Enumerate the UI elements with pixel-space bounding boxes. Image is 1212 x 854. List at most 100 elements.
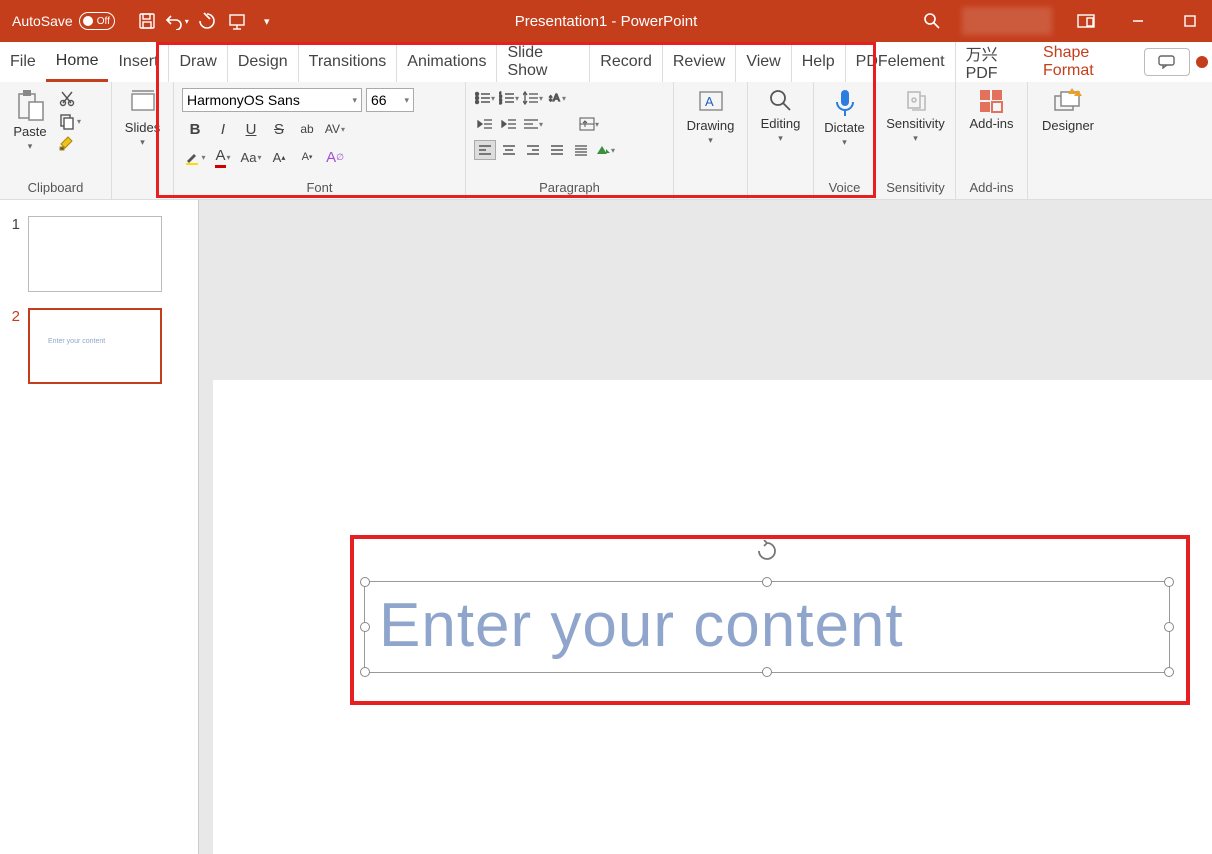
thumbnail-1[interactable]: 1 [0, 212, 198, 304]
text-direction-button[interactable]: ↕A▾ [546, 88, 568, 108]
drawing-button[interactable]: A Drawing ▾ [682, 88, 739, 197]
dictate-button[interactable]: Dictate ▾ [822, 88, 867, 180]
underline-button[interactable]: U [238, 118, 264, 140]
user-account[interactable] [962, 7, 1052, 35]
group-clipboard: Paste ▾ ▾ Clipboard [0, 82, 112, 199]
highlight-button[interactable] [182, 146, 208, 168]
toggle-switch[interactable]: Off [79, 12, 115, 30]
bold-button[interactable]: B [182, 118, 208, 140]
increase-font-button[interactable]: A▴ [266, 146, 292, 168]
autosave-toggle[interactable]: AutoSave Off [0, 12, 127, 30]
cut-button[interactable] [58, 90, 81, 108]
thumbnail-preview[interactable]: Enter your content [28, 308, 162, 384]
quick-access-toolbar: ▾ ▾ [127, 7, 281, 35]
tab-pdfelement[interactable]: PDFelement [846, 42, 956, 82]
tab-insert[interactable]: Insert [108, 42, 169, 82]
document-title: Presentation1 - PowerPoint [515, 13, 698, 30]
slides-button[interactable]: Slides ▾ [120, 88, 165, 197]
redo-icon[interactable] [193, 7, 221, 35]
align-text-button[interactable]: ▾ [522, 114, 544, 134]
addins-button[interactable]: Add-ins [964, 88, 1019, 180]
tab-home[interactable]: Home [46, 42, 109, 82]
thumbnail-2[interactable]: 2 Enter your content [0, 304, 198, 396]
resize-handle-icon[interactable] [762, 577, 772, 587]
sensitivity-group-label: Sensitivity [884, 180, 947, 197]
align-left-button[interactable] [474, 140, 496, 160]
line-spacing-button[interactable]: ▾ [522, 88, 544, 108]
align-center-button[interactable] [498, 140, 520, 160]
display-options-icon[interactable] [1064, 0, 1108, 42]
resize-handle-icon[interactable] [360, 667, 370, 677]
format-painter-button[interactable] [58, 134, 81, 152]
comments-button[interactable] [1144, 48, 1190, 76]
resize-handle-icon[interactable] [1164, 577, 1174, 587]
char-spacing-button[interactable]: AV [322, 118, 348, 140]
group-addins: Add-ins Add-ins [956, 82, 1028, 199]
resize-handle-icon[interactable] [360, 622, 370, 632]
group-drawing: A Drawing ▾ [674, 82, 748, 199]
numbering-button[interactable]: 123▾ [498, 88, 520, 108]
double-strike-button[interactable]: ab [294, 118, 320, 140]
paragraph-group-label: Paragraph [474, 180, 665, 197]
editing-button[interactable]: Editing ▾ [756, 88, 805, 197]
tab-review[interactable]: Review [663, 42, 736, 82]
main-area: 1 2 Enter your content [0, 200, 1212, 854]
clear-format-button[interactable]: A∅ [322, 146, 348, 168]
tab-animations[interactable]: Animations [397, 42, 497, 82]
copy-button[interactable]: ▾ [58, 112, 81, 130]
textbox-placeholder-text[interactable]: Enter your content [365, 582, 1169, 661]
resize-handle-icon[interactable] [360, 577, 370, 587]
decrease-indent-button[interactable] [474, 114, 496, 134]
textbox-frame[interactable]: Enter your content [364, 581, 1170, 673]
minimize-icon[interactable] [1116, 0, 1160, 42]
tab-help[interactable]: Help [792, 42, 846, 82]
thumbnail-preview[interactable] [28, 216, 162, 292]
change-case-button[interactable]: Aa [238, 146, 264, 168]
tab-wanxing[interactable]: 万兴PDF [956, 42, 1033, 82]
font-color-button[interactable]: A [210, 146, 236, 168]
bullets-button[interactable]: ▾ [474, 88, 496, 108]
thumbnail-number: 2 [0, 308, 20, 325]
tab-transitions[interactable]: Transitions [299, 42, 398, 82]
autosave-label: AutoSave [12, 13, 73, 29]
slide-edit-area[interactable] [199, 200, 1212, 854]
voice-group-label: Voice [822, 180, 867, 197]
distribute-button[interactable] [570, 140, 592, 160]
columns-button[interactable]: ▾ [578, 114, 600, 134]
resize-handle-icon[interactable] [1164, 667, 1174, 677]
customize-qat-icon[interactable]: ▾ [253, 7, 281, 35]
rotate-handle-icon[interactable] [756, 540, 778, 562]
group-voice: Dictate ▾ Voice [814, 82, 876, 199]
font-name-select[interactable]: HarmonyOS Sans▾ [182, 88, 362, 112]
ribbon-tabs: File Home Insert Draw Design Transitions… [0, 42, 1212, 82]
tab-design[interactable]: Design [228, 42, 299, 82]
resize-handle-icon[interactable] [762, 667, 772, 677]
group-slides: Slides ▾ [112, 82, 174, 199]
font-size-value: 66 [371, 92, 387, 108]
resize-handle-icon[interactable] [1164, 622, 1174, 632]
strikethrough-button[interactable]: S [266, 118, 292, 140]
tab-slideshow[interactable]: Slide Show [497, 42, 590, 82]
tab-file[interactable]: File [0, 42, 46, 82]
smartart-button[interactable]: ▾ [594, 140, 616, 160]
font-size-select[interactable]: 66▾ [366, 88, 414, 112]
group-font: HarmonyOS Sans▾ 66▾ B I U S ab AV A Aa A… [174, 82, 466, 199]
undo-icon[interactable]: ▾ [163, 7, 191, 35]
tab-shape-format[interactable]: Shape Format [1033, 42, 1144, 82]
increase-indent-button[interactable] [498, 114, 520, 134]
addins-group-label: Add-ins [964, 180, 1019, 197]
tab-draw[interactable]: Draw [169, 42, 227, 82]
designer-button[interactable]: Designer [1036, 88, 1100, 197]
italic-button[interactable]: I [210, 118, 236, 140]
search-icon[interactable] [910, 0, 954, 42]
tab-view[interactable]: View [736, 42, 791, 82]
paste-button[interactable]: Paste ▾ [8, 88, 52, 180]
decrease-font-button[interactable]: A▾ [294, 146, 320, 168]
textbox-selection[interactable]: Enter your content [350, 535, 1190, 705]
save-icon[interactable] [133, 7, 161, 35]
tab-record[interactable]: Record [590, 42, 663, 82]
align-right-button[interactable] [522, 140, 544, 160]
maximize-icon[interactable] [1168, 0, 1212, 42]
justify-button[interactable] [546, 140, 568, 160]
present-icon[interactable] [223, 7, 251, 35]
